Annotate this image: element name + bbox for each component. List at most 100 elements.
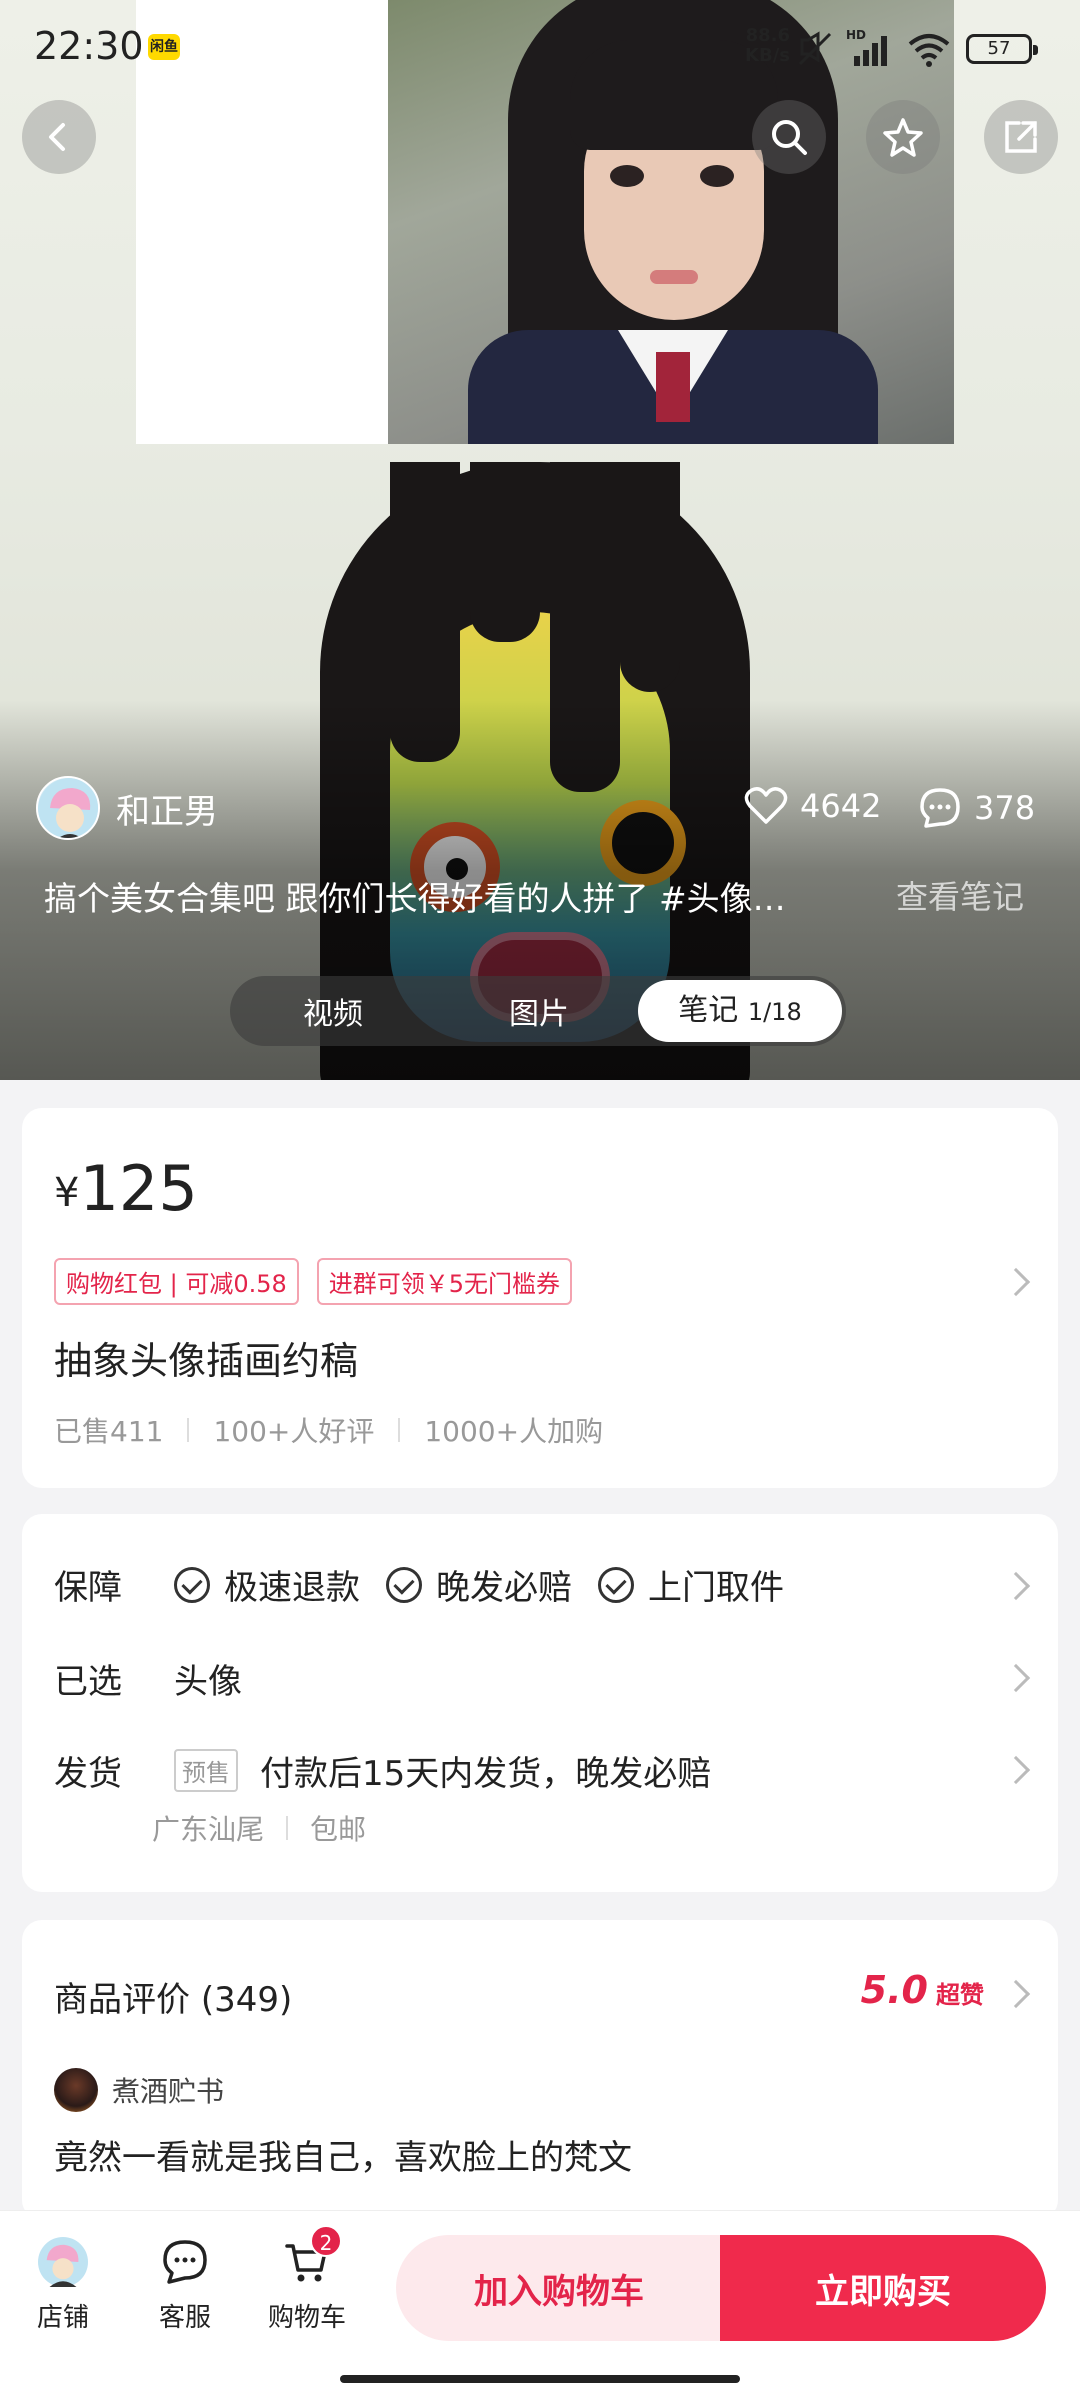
guarantee-item: 极速退款 (174, 1560, 360, 1609)
customer-service-label: 客服 (158, 2303, 211, 2333)
guarantee-row[interactable]: 保障 极速退款 晚发必赔 上门取件 (54, 1560, 810, 1609)
mute-icon (798, 31, 832, 66)
origin-location: 广东汕尾 (152, 1813, 265, 1846)
promo-tag-red-packet[interactable]: 购物红包 | 可减0.58 (54, 1258, 299, 1305)
promo-tags[interactable]: 购物红包 | 可减0.58 进群可领￥5无门槛券 (54, 1258, 573, 1305)
cart-button[interactable]: 2 购物车 (252, 2225, 362, 2334)
score-label: 超赞 (936, 1981, 984, 2009)
note-caption[interactable]: 搞个美女合集吧 跟你们长得好看的人拼了 #头像… (44, 872, 864, 920)
store-label: 店铺 (36, 2303, 89, 2333)
comment-icon (920, 788, 960, 828)
sales-stats: 已售411 100+人好评 1000+人加购 (54, 1410, 603, 1450)
author-avatar-icon (38, 778, 98, 838)
reviews-title-label: 商品评价 (54, 1980, 190, 2020)
divider (398, 1418, 401, 1442)
sold-count: 已售411 (54, 1415, 164, 1448)
share-button[interactable] (984, 100, 1058, 174)
product-price: ¥125 (54, 1152, 198, 1225)
review-score: 5.0 超赞 (861, 1968, 984, 2012)
divider (286, 1816, 289, 1840)
cart-icon: 2 (282, 2225, 342, 2287)
buy-now-button[interactable]: 立即购买 (720, 2235, 1046, 2341)
photo-eye-left (610, 165, 644, 187)
chevron-right-icon[interactable] (1001, 1571, 1031, 1601)
status-bar: 22:30 闲鱼 88.6 KB/s HD 57 (0, 0, 1080, 96)
battery-indicator: 57 (966, 34, 1038, 64)
presale-badge: 预售 (174, 1749, 238, 1792)
heart-icon (744, 787, 788, 824)
back-button[interactable] (22, 100, 96, 174)
check-circle-icon (386, 1566, 422, 1603)
network-speed: 88.6 KB/s (736, 26, 790, 66)
reviewer: 煮酒贮书 (54, 2068, 224, 2112)
free-shipping: 包邮 (310, 1813, 367, 1846)
favorite-button[interactable] (866, 100, 940, 174)
chat-bubble-icon (160, 2237, 210, 2287)
currency-symbol: ¥ (54, 1170, 80, 1216)
shipping-origin: 广东汕尾 包邮 (152, 1808, 366, 1848)
score-value: 5.0 (860, 1968, 928, 2012)
chevron-right-icon[interactable] (1001, 1663, 1031, 1693)
price-value: 125 (79, 1152, 198, 1225)
good-review-count: 100+人好评 (213, 1415, 375, 1448)
chevron-right-icon[interactable] (1001, 1979, 1031, 2009)
tab-note-label: 笔记 (678, 993, 739, 1028)
star-icon (883, 118, 923, 157)
chevron-right-icon[interactable] (1001, 1267, 1031, 1297)
chevron-right-icon[interactable] (1001, 1755, 1031, 1785)
photo-ribbon (656, 352, 690, 422)
guarantee-fast-refund: 极速退款 (224, 1568, 360, 1608)
store-button[interactable]: 店铺 (8, 2237, 118, 2334)
added-to-cart-count: 1000+人加购 (424, 1415, 604, 1448)
cart-label: 购物车 (267, 2303, 346, 2333)
check-circle-icon (174, 1566, 210, 1603)
tab-video[interactable]: 视频 (230, 989, 436, 1033)
chevron-left-icon (49, 123, 65, 151)
check-circle-icon (598, 1566, 634, 1603)
bottom-action-bar: 店铺 客服 2 购物车 加入购物车 立即购买 (0, 2210, 1080, 2401)
guarantee-late-compensation: 晚发必赔 (436, 1568, 572, 1608)
product-summary-card: ¥125 购物红包 | 可减0.58 进群可领￥5无门槛券 抽象头像插画约稿 已… (22, 1108, 1058, 1488)
author-name: 和正男 (116, 791, 218, 832)
reviews-card[interactable]: 商品评价 (349) 5.0 超赞 煮酒贮书 竟然一看就是我自己，喜欢脸上的梵文 (22, 1920, 1058, 2220)
promo-tag-group-coupon[interactable]: 进群可领￥5无门槛券 (316, 1258, 573, 1305)
share-icon (1005, 121, 1037, 153)
guarantee-pickup: 上门取件 (648, 1568, 784, 1608)
guarantee-list: 极速退款 晚发必赔 上门取件 (174, 1560, 810, 1609)
app-notification-icon: 闲鱼 (148, 34, 180, 60)
media-tab-switcher: 视频 图片 笔记 1/18 (230, 976, 846, 1046)
drawing-bang (470, 462, 540, 642)
shipping-value: 付款后15天内发货，晚发必赔 (260, 1754, 712, 1794)
add-to-cart-button[interactable]: 加入购物车 (396, 2235, 722, 2341)
guarantee-item: 上门取件 (598, 1560, 784, 1609)
guarantee-label: 保障 (54, 1568, 122, 1608)
tab-note[interactable]: 笔记 1/18 (638, 980, 842, 1042)
comment-button[interactable]: 378 (918, 786, 1035, 830)
photo-lips (650, 270, 698, 284)
drawing-bang (620, 462, 680, 692)
view-note-link[interactable]: 查看笔记 (896, 872, 1024, 918)
selected-spec-row[interactable]: 已选 头像 (54, 1654, 242, 1703)
product-title: 抽象头像插画约稿 (54, 1339, 359, 1383)
reviews-count: (349) (200, 1980, 293, 2020)
note-author[interactable]: 和正男 (36, 776, 218, 840)
divider (187, 1418, 190, 1442)
signal-icon (854, 36, 887, 66)
search-button[interactable] (752, 100, 826, 174)
like-button[interactable]: 4642 (744, 786, 881, 826)
shipping-row[interactable]: 发货 预售 付款后15天内发货，晚发必赔 (54, 1746, 711, 1795)
customer-service-button[interactable]: 客服 (130, 2237, 240, 2334)
home-indicator[interactable] (340, 2375, 740, 2383)
wifi-icon (908, 34, 950, 67)
reviewer-avatar (54, 2068, 98, 2112)
tab-note-counter: 1/18 (747, 998, 802, 1026)
tab-image[interactable]: 图片 (436, 989, 642, 1033)
like-count: 4642 (800, 787, 882, 825)
reviewer-name: 煮酒贮书 (112, 2075, 225, 2108)
cart-count-badge: 2 (310, 2225, 342, 2257)
photo-eye-right (700, 165, 734, 187)
author-avatar (36, 776, 100, 840)
guarantee-item: 晚发必赔 (386, 1560, 572, 1609)
status-time: 22:30 (34, 24, 144, 68)
comment-count: 378 (974, 789, 1036, 827)
